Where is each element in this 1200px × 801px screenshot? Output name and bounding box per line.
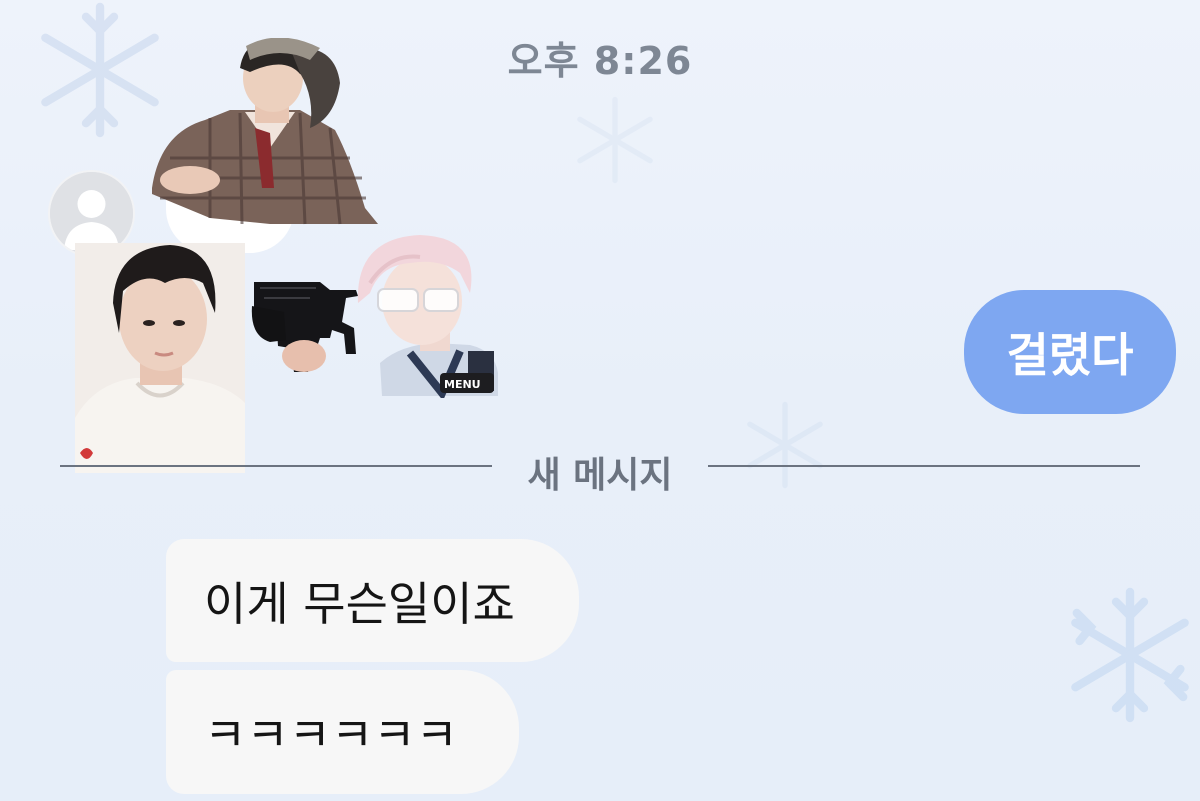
snowflake-icon <box>577 96 653 184</box>
menu-badge-label: MENU <box>444 378 481 391</box>
new-messages-divider-label: 새 메시지 <box>527 455 673 496</box>
received-message-text: 이게 무슨일이죠 <box>204 576 515 631</box>
divider-line-left <box>60 465 492 467</box>
snowflake-icon <box>1071 587 1189 723</box>
received-message-bubble[interactable]: ㅋㅋㅋㅋㅋㅋ <box>166 670 519 794</box>
sticker-person-pink-hair[interactable]: MENU <box>350 233 498 398</box>
sticker-person-white-shirt[interactable] <box>75 243 245 473</box>
sticker-person-plaid-shirt[interactable] <box>150 38 382 226</box>
divider-line-right <box>708 465 1140 467</box>
sticker-gun[interactable] <box>250 276 362 376</box>
chat-background: 오후 8:26 ·· <box>0 0 1200 801</box>
snowflake-icon <box>747 401 823 489</box>
received-message-bubble[interactable]: 이게 무슨일이죠 <box>166 539 579 662</box>
received-message-text: ㅋㅋㅋㅋㅋㅋ <box>204 708 458 762</box>
sent-message-bubble[interactable]: 걸렸다 <box>964 290 1176 414</box>
